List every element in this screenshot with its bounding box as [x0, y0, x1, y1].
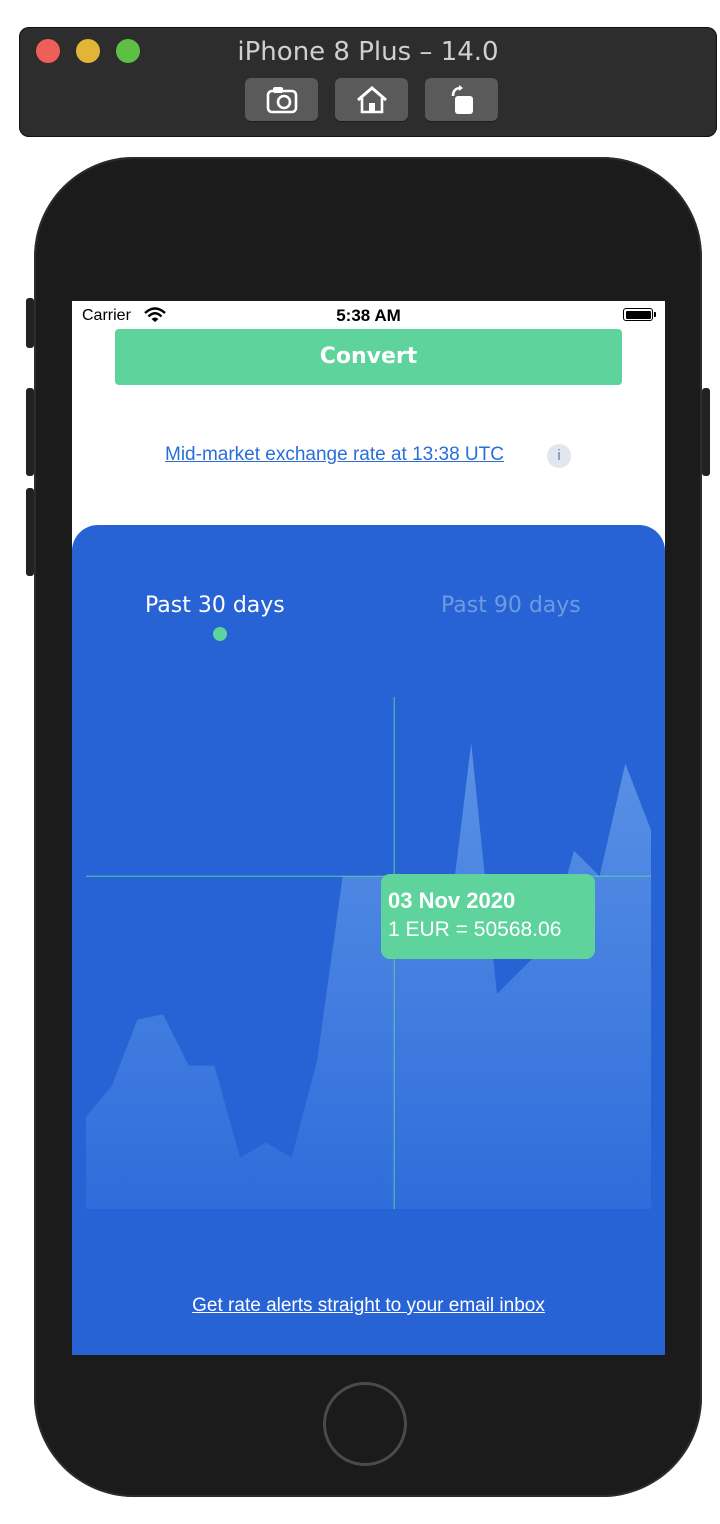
- tooltip-date: 03 Nov 2020: [388, 888, 516, 913]
- mute-switch: [26, 298, 34, 348]
- rotate-button[interactable]: [425, 78, 498, 121]
- status-bar: Carrier 5:38 AM: [72, 301, 665, 331]
- window-title: iPhone 8 Plus – 14.0: [237, 37, 499, 67]
- status-time: 5:38 AM: [336, 306, 401, 325]
- power-button: [702, 388, 710, 476]
- hardware-home-button[interactable]: [323, 1382, 407, 1466]
- info-icon[interactable]: i: [547, 444, 571, 468]
- tab-past-30-days[interactable]: Past 30 days: [145, 593, 285, 618]
- rate-tooltip: 03 Nov 2020 1 EUR = 50568.06: [381, 874, 595, 959]
- volume-down-button: [26, 488, 34, 576]
- tooltip-rate: 1 EUR = 50568.06: [388, 918, 562, 941]
- screenshot-button[interactable]: [245, 78, 318, 121]
- volume-up-button: [26, 388, 34, 476]
- battery-icon: [623, 308, 653, 321]
- rotate-icon: [451, 84, 473, 114]
- convert-button[interactable]: Convert: [115, 329, 622, 385]
- rate-alerts-link[interactable]: Get rate alerts straight to your email i…: [72, 1295, 665, 1317]
- rate-area-series: [86, 743, 651, 1209]
- home-button[interactable]: [335, 78, 408, 121]
- selected-tab-indicator: [213, 627, 227, 641]
- camera-icon: [266, 86, 297, 113]
- simulator-title-bar: iPhone 8 Plus – 14.0: [19, 27, 717, 137]
- app-screen: Carrier 5:38 AM Convert Mid-market excha…: [72, 301, 665, 1355]
- tab-past-90-days[interactable]: Past 90 days: [441, 593, 581, 618]
- battery-tip: [654, 312, 656, 317]
- mid-market-rate-link[interactable]: Mid-market exchange rate at 13:38 UTC: [165, 444, 504, 466]
- home-icon: [356, 85, 387, 113]
